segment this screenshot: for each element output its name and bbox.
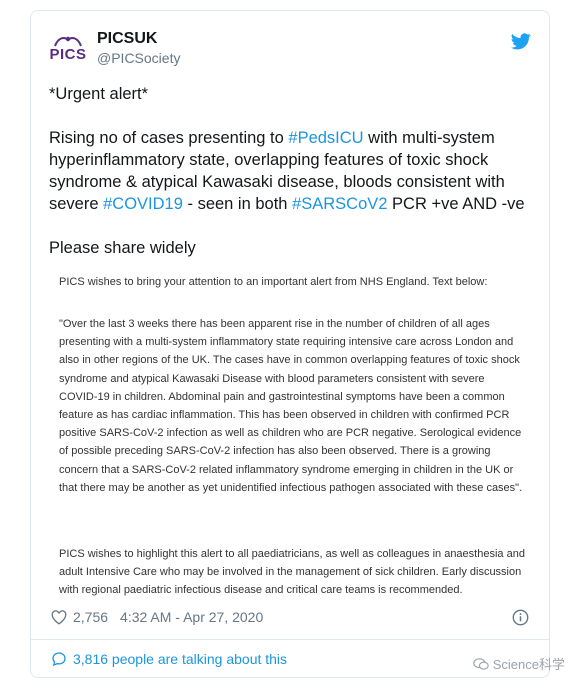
notice-intro: PICS wishes to bring your attention to a…	[59, 276, 488, 288]
twitter-bird-icon[interactable]	[511, 33, 531, 50]
user-handle[interactable]: @PICSociety	[97, 49, 180, 67]
divider	[31, 639, 549, 640]
tweet-body-paragraph: Rising no of cases presenting to #PedsIC…	[49, 127, 531, 215]
tweet-text-segment: Rising no of cases presenting to	[49, 129, 289, 147]
tweet-card: PICS PICSUK @PICSociety *Urgent alert* R…	[30, 10, 550, 678]
hashtag-link-sarscov2[interactable]: #SARSCoV2	[292, 195, 387, 213]
like-count[interactable]: 2,756	[73, 609, 108, 625]
heart-icon[interactable]	[51, 609, 67, 625]
watermark-text: Science科学	[492, 657, 565, 672]
tweet-text-segment: PCR +ve AND -ve	[387, 195, 525, 213]
tweet-line-urgent: *Urgent alert*	[49, 85, 149, 103]
tweet-meta: 2,756 4:32 AM - Apr 27, 2020	[51, 609, 263, 625]
hashtag-link-pedsicu[interactable]: #PedsICU	[288, 129, 363, 147]
speech-bubble-icon	[52, 652, 66, 667]
timestamp-link[interactable]: 4:32 AM - Apr 27, 2020	[120, 609, 263, 625]
info-icon[interactable]	[512, 609, 529, 626]
avatar-text: PICS	[49, 46, 87, 63]
user-info[interactable]: PICSUK @PICSociety	[97, 29, 180, 67]
hashtag-link-covid19[interactable]: #COVID19	[103, 195, 183, 213]
tweet-header: PICS PICSUK @PICSociety	[49, 29, 531, 69]
notice-closing: PICS wishes to highlight this alert to a…	[59, 548, 525, 597]
avatar[interactable]: PICS	[49, 29, 87, 67]
wechat-icon	[472, 657, 489, 670]
notice-quote: "Over the last 3 weeks there has been ap…	[59, 318, 523, 494]
conversation-text[interactable]: 3,816 people are talking about this	[73, 651, 287, 667]
tweet-text-segment: - seen in both	[182, 195, 293, 213]
watermark: Science科学	[472, 654, 565, 673]
conversation-link[interactable]: 3,816 people are talking about this	[51, 651, 287, 667]
tweet-line-share: Please share widely	[49, 239, 196, 257]
display-name[interactable]: PICSUK	[97, 29, 180, 49]
